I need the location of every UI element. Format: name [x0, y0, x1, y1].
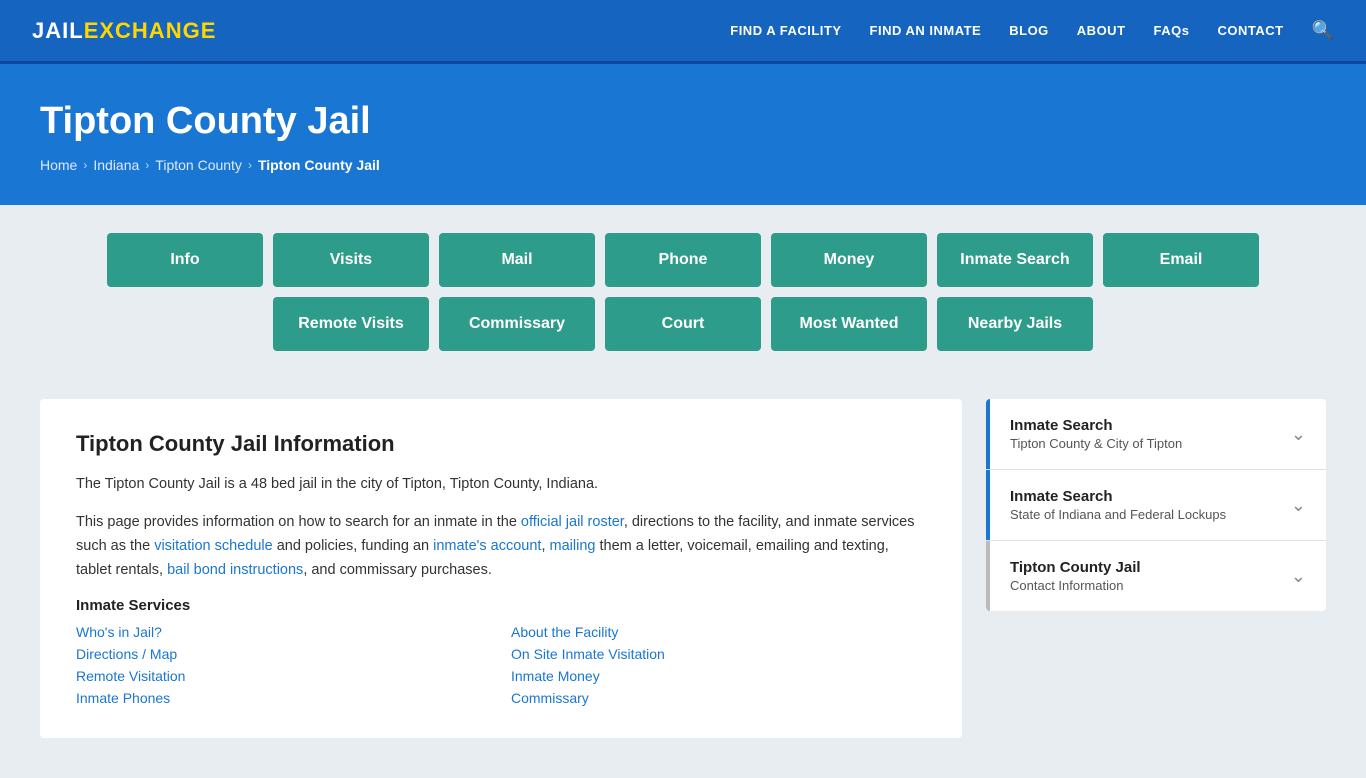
link-visitation-schedule[interactable]: visitation schedule [154, 538, 273, 554]
logo-jail: JAIL [32, 18, 84, 44]
info-para-2: This page provides information on how to… [76, 511, 926, 583]
accordion-item-3: Tipton County Jail Contact Information ⌄ [986, 541, 1326, 611]
info-para2-text3: and policies, funding an [273, 538, 433, 554]
btn-court[interactable]: Court [605, 297, 761, 351]
btn-money[interactable]: Money [771, 233, 927, 287]
nav-about[interactable]: ABOUT [1077, 23, 1126, 38]
breadcrumb-sep-3: › [248, 158, 252, 172]
btn-inmate-search[interactable]: Inmate Search [937, 233, 1093, 287]
chevron-down-icon-1: ⌄ [1291, 424, 1306, 445]
service-directions[interactable]: Directions / Map [76, 646, 491, 662]
service-buttons: Info Visits Mail Phone Money Inmate Sear… [0, 205, 1366, 371]
accordion-header-3-text: Tipton County Jail Contact Information [1010, 559, 1141, 593]
service-inmate-phones[interactable]: Inmate Phones [76, 690, 491, 706]
service-commissary[interactable]: Commissary [511, 690, 926, 706]
accordion-label-3: Tipton County Jail [1010, 559, 1141, 576]
accordion-label-2: Inmate Search [1010, 488, 1226, 505]
info-para-1: The Tipton County Jail is a 48 bed jail … [76, 473, 926, 497]
header: JAILEXCHANGE FIND A FACILITY FIND AN INM… [0, 0, 1366, 64]
nav-blog[interactable]: BLOG [1009, 23, 1049, 38]
main-nav: FIND A FACILITY FIND AN INMATE BLOG ABOU… [730, 20, 1334, 41]
info-section-title: Tipton County Jail Information [76, 431, 926, 457]
link-mailing[interactable]: mailing [550, 538, 596, 554]
accordion-header-2[interactable]: Inmate Search State of Indiana and Feder… [986, 470, 1326, 540]
chevron-down-icon-2: ⌄ [1291, 495, 1306, 516]
accordion-header-1[interactable]: Inmate Search Tipton County & City of Ti… [986, 399, 1326, 469]
nav-find-facility[interactable]: FIND A FACILITY [730, 23, 841, 38]
buttons-row-1: Info Visits Mail Phone Money Inmate Sear… [107, 233, 1259, 287]
logo-exchange: EXCHANGE [84, 18, 217, 44]
service-remote-visitation[interactable]: Remote Visitation [76, 668, 491, 684]
page-title: Tipton County Jail [40, 100, 1326, 143]
hero-banner: Tipton County Jail Home › Indiana › Tipt… [0, 64, 1366, 205]
accordion-item-2: Inmate Search State of Indiana and Feder… [986, 470, 1326, 541]
btn-email[interactable]: Email [1103, 233, 1259, 287]
nav-contact[interactable]: CONTACT [1217, 23, 1283, 38]
nav-find-inmate[interactable]: FIND AN INMATE [870, 23, 982, 38]
link-inmate-account[interactable]: inmate's account [433, 538, 541, 554]
info-para2-text1: This page provides information on how to… [76, 514, 521, 530]
logo[interactable]: JAILEXCHANGE [32, 18, 216, 44]
breadcrumb-home[interactable]: Home [40, 157, 77, 173]
breadcrumb-indiana[interactable]: Indiana [93, 157, 139, 173]
service-whos-in-jail[interactable]: Who's in Jail? [76, 624, 491, 640]
accordion-sub-1: Tipton County & City of Tipton [1010, 436, 1182, 451]
accordion-sub-3: Contact Information [1010, 578, 1141, 593]
btn-mail[interactable]: Mail [439, 233, 595, 287]
services-grid: Who's in Jail? About the Facility Direct… [76, 624, 926, 706]
accordion-label-1: Inmate Search [1010, 417, 1182, 434]
service-on-site-visitation[interactable]: On Site Inmate Visitation [511, 646, 926, 662]
services-heading: Inmate Services [76, 597, 926, 614]
right-sidebar: Inmate Search Tipton County & City of Ti… [986, 399, 1326, 611]
search-icon-button[interactable]: 🔍 [1312, 20, 1334, 41]
service-about-facility[interactable]: About the Facility [511, 624, 926, 640]
nav-faqs[interactable]: FAQs [1154, 23, 1190, 38]
service-inmate-money[interactable]: Inmate Money [511, 668, 926, 684]
breadcrumb-current: Tipton County Jail [258, 157, 380, 173]
breadcrumb-tipton-county[interactable]: Tipton County [155, 157, 242, 173]
info-para2-end: , and commissary purchases. [303, 562, 492, 578]
breadcrumb: Home › Indiana › Tipton County › Tipton … [40, 157, 1326, 173]
btn-info[interactable]: Info [107, 233, 263, 287]
chevron-down-icon-3: ⌄ [1291, 566, 1306, 587]
breadcrumb-sep-1: › [83, 158, 87, 172]
btn-visits[interactable]: Visits [273, 233, 429, 287]
accordion-header-2-text: Inmate Search State of Indiana and Feder… [1010, 488, 1226, 522]
btn-remote-visits[interactable]: Remote Visits [273, 297, 429, 351]
btn-phone[interactable]: Phone [605, 233, 761, 287]
main-content: Tipton County Jail Information The Tipto… [0, 371, 1366, 778]
btn-nearby-jails[interactable]: Nearby Jails [937, 297, 1093, 351]
btn-most-wanted[interactable]: Most Wanted [771, 297, 927, 351]
btn-commissary[interactable]: Commissary [439, 297, 595, 351]
link-official-roster[interactable]: official jail roster [521, 514, 624, 530]
breadcrumb-sep-2: › [145, 158, 149, 172]
accordion-sub-2: State of Indiana and Federal Lockups [1010, 507, 1226, 522]
link-bail-bond[interactable]: bail bond instructions [167, 562, 303, 578]
info-panel: Tipton County Jail Information The Tipto… [40, 399, 962, 738]
accordion-header-1-text: Inmate Search Tipton County & City of Ti… [1010, 417, 1182, 451]
accordion-header-3[interactable]: Tipton County Jail Contact Information ⌄ [986, 541, 1326, 611]
accordion-item-1: Inmate Search Tipton County & City of Ti… [986, 399, 1326, 470]
info-para2-text4: , [541, 538, 549, 554]
buttons-row-2: Remote Visits Commissary Court Most Want… [273, 297, 1093, 351]
